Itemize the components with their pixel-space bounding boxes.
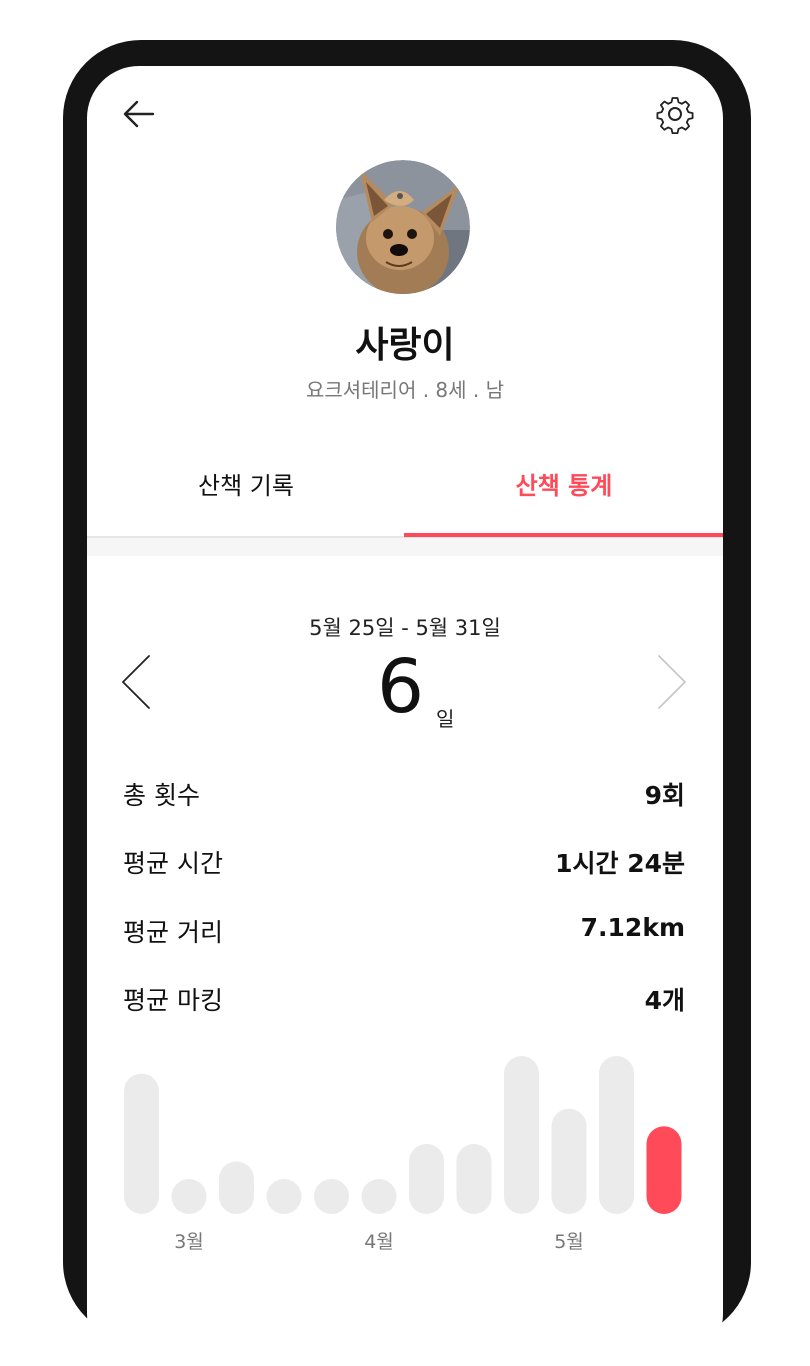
chart-bar <box>599 1056 634 1214</box>
stat-label-avg-distance: 평균 거리 <box>123 918 223 947</box>
chart-tick-label: 5월 <box>554 1231 584 1253</box>
section-separator <box>87 538 723 556</box>
stat-value-avg-distance: 7.12km <box>580 913 685 942</box>
walk-days-count: 6 <box>377 644 425 730</box>
tab-walk-history[interactable]: 산책 기록 <box>87 466 405 501</box>
walk-days-unit: 일 <box>436 707 455 731</box>
chart-bar <box>219 1161 254 1214</box>
stat-value-avg-time: 1시간 24분 <box>555 849 685 878</box>
chevron-left-icon[interactable] <box>119 652 155 712</box>
chart-bar <box>361 1179 397 1214</box>
pet-avatar <box>336 160 470 294</box>
app-screen: 사랑이 요크셔테리어 . 8세 . 남 산책 기록 산책 통계 5월 25일 -… <box>87 66 723 1366</box>
chart-bar <box>504 1056 539 1214</box>
chart-bar <box>171 1179 207 1214</box>
chart-bar <box>266 1179 302 1214</box>
walk-bar-chart: 3월 4월 5월 <box>124 1056 682 1253</box>
pet-info: 요크셔테리어 . 8세 . 남 <box>305 378 505 402</box>
stat-label-avg-marking: 평균 마킹 <box>123 986 223 1015</box>
pet-name: 사랑이 <box>355 325 455 366</box>
chart-bar <box>409 1143 444 1214</box>
chart-bar <box>314 1179 349 1214</box>
chart-bar <box>456 1143 492 1214</box>
gear-icon[interactable] <box>655 94 695 134</box>
tab-walk-stats[interactable]: 산책 통계 <box>405 466 723 501</box>
stat-value-total-count: 9회 <box>644 781 685 810</box>
chart-tick-label: 3월 <box>174 1231 204 1253</box>
chart-bar-current <box>646 1126 682 1214</box>
stat-label-avg-time: 평균 시간 <box>123 849 223 878</box>
active-tab-indicator <box>404 533 723 537</box>
chart-tick-label: 4월 <box>364 1231 394 1253</box>
back-arrow-icon[interactable] <box>121 96 157 132</box>
chart-bar <box>124 1073 159 1214</box>
stat-value-avg-marking: 4개 <box>644 986 685 1015</box>
chevron-right-icon[interactable] <box>653 652 689 712</box>
stat-label-total-count: 총 횟수 <box>123 781 200 810</box>
chart-bar <box>551 1108 587 1214</box>
date-range: 5월 25일 - 5월 31일 <box>309 616 501 640</box>
